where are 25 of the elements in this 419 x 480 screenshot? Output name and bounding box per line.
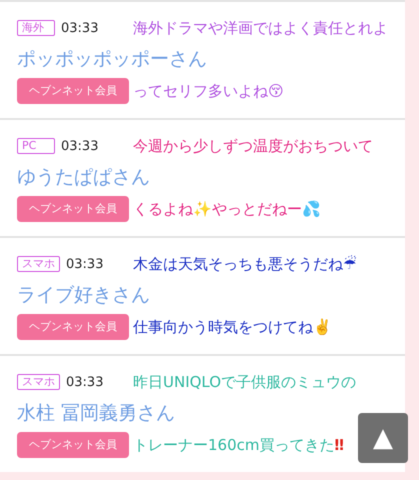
member-badge: ヘブンネット会員 xyxy=(17,314,129,340)
post-time: 03:33 xyxy=(61,138,98,154)
user-name[interactable]: ライブ好きさん xyxy=(17,284,150,306)
post-time: 03:33 xyxy=(66,374,104,390)
category-tag: スマホ xyxy=(17,374,60,390)
user-name[interactable]: ゆうたぱぱさん xyxy=(17,166,150,188)
category-tag: PC xyxy=(17,138,55,154)
user-name[interactable]: 水柱 冨岡義勇さん xyxy=(17,402,176,424)
member-badge: ヘブンネット会員 xyxy=(17,196,129,222)
category-tag: スマホ xyxy=(17,256,60,272)
caption-text: 今週から少しずつ温度がおちついて xyxy=(133,136,373,157)
user-name[interactable]: ポッポッポッポーさん xyxy=(17,48,207,70)
member-badge: ヘブンネット会員 xyxy=(17,78,129,104)
scroll-top-button[interactable]: ▲ xyxy=(358,413,408,463)
caption-text: 仕事向かう時気をつけてね✌ xyxy=(133,317,332,338)
caption-text: 海外ドラマや洋画ではよく責任とれよ xyxy=(133,18,388,39)
caption-text: くるよね✨やっとだねー💦 xyxy=(133,199,321,220)
category-tag: 海外 xyxy=(17,20,55,36)
caption-text: 昨日UNIQLOで子供服のミュウの xyxy=(133,372,356,393)
caption-text: 木金は天気そっちも悪そうだね☔ xyxy=(133,254,356,275)
member-badge: ヘブンネット会員 xyxy=(17,432,129,458)
post-time: 03:33 xyxy=(66,256,104,272)
caption-text: トレーナー160cm買ってきた‼ xyxy=(133,435,344,456)
caption-text: ってセリフ多いよね😚 xyxy=(133,81,284,102)
post-time: 03:33 xyxy=(61,20,98,36)
